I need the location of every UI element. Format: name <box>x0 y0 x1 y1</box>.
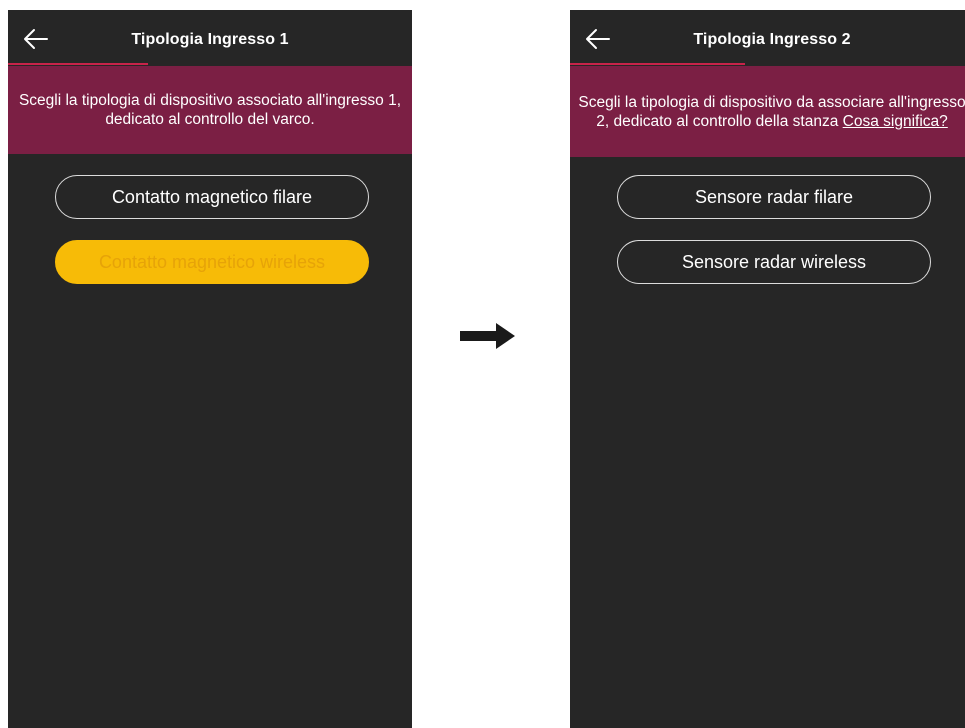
app-header: Tipologia Ingresso 1 <box>8 10 412 66</box>
instruction-banner: Scegli la tipologia di dispositivo assoc… <box>8 66 412 154</box>
app-header: Tipologia Ingresso 2 <box>570 10 965 66</box>
arrow-right-icon <box>460 323 515 349</box>
option-contatto-magnetico-wireless[interactable]: Contatto magnetico wireless <box>55 240 369 284</box>
option-sensore-radar-wireless[interactable]: Sensore radar wireless <box>617 240 931 284</box>
instruction-banner: Scegli la tipologia di dispositivo da as… <box>570 66 965 157</box>
help-link[interactable]: Cosa significa? <box>843 113 948 130</box>
screen-ingresso-2: Tipologia Ingresso 2 Scegli la tipologia… <box>570 10 965 728</box>
page-title: Tipologia Ingresso 1 <box>131 31 289 48</box>
tab-indicator <box>8 63 148 65</box>
tab-indicator <box>570 63 745 65</box>
page-title: Tipologia Ingresso 2 <box>693 31 851 48</box>
screen-ingresso-1: Tipologia Ingresso 1 Scegli la tipologia… <box>8 10 412 728</box>
option-sensore-radar-filare[interactable]: Sensore radar filare <box>617 175 931 219</box>
banner-text: Scegli la tipologia di dispositivo assoc… <box>18 92 402 128</box>
banner-text-wrapper: Scegli la tipologia di dispositivo da as… <box>574 93 965 131</box>
option-contatto-magnetico-filare[interactable]: Contatto magnetico filare <box>55 175 369 219</box>
